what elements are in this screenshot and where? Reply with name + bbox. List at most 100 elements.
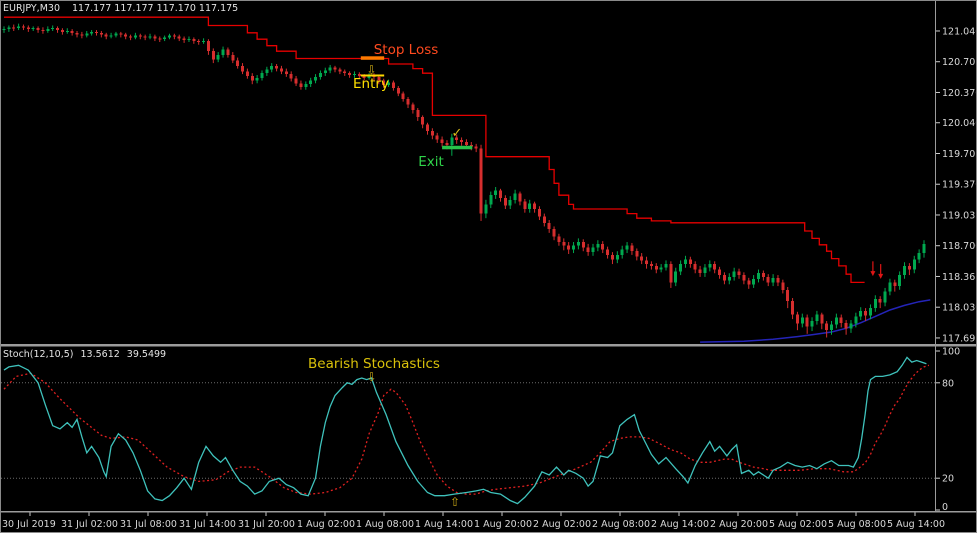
moving-average-line-group [700, 300, 930, 342]
exit-bar [442, 146, 472, 150]
candle [324, 70, 327, 73]
candle [694, 264, 697, 270]
chart-header: EURJPY,M30117.177 117.177 117.170 117.17… [3, 3, 238, 14]
candle [523, 202, 526, 209]
price-axis: 121.040120.705120.370120.040119.705119.3… [936, 26, 977, 344]
candle [226, 49, 229, 55]
stoch-axis-label: 80 [942, 378, 954, 389]
stoch-axis-label: 100 [942, 347, 960, 358]
candle [806, 317, 809, 326]
candle [577, 242, 580, 246]
candle [484, 204, 487, 213]
time-axis: 30 Jul 201931 Jul 02:0031 Jul 08:0031 Ju… [2, 513, 945, 531]
candle [105, 35, 108, 37]
time-axis-label: 30 Jul 2019 [2, 519, 56, 530]
price-axis-label: 118.700 [942, 241, 977, 252]
candle [353, 74, 356, 75]
candle [183, 38, 186, 40]
candle [830, 325, 833, 331]
candle [149, 36, 152, 37]
candle [864, 311, 867, 316]
candle [923, 244, 926, 253]
candle [100, 33, 103, 35]
candle [849, 324, 852, 329]
candle [621, 249, 624, 255]
candle [489, 195, 492, 204]
candle [772, 278, 775, 283]
ohlc-values: 117.177 117.177 117.170 117.175 [72, 3, 238, 14]
candle [913, 259, 916, 269]
stochastic-header: Stoch(12,10,5)13.561239.5499 [3, 349, 166, 360]
price-axis-label: 119.705 [942, 149, 977, 160]
candle [153, 36, 156, 38]
candle [660, 268, 663, 270]
candle [304, 84, 307, 87]
candle [270, 66, 273, 70]
oversold-up-arrow-icon: ⇧ [450, 495, 460, 509]
candle [791, 301, 794, 315]
candle [295, 79, 298, 84]
candle [606, 249, 609, 255]
entry-label: Entry [353, 76, 389, 92]
candle [114, 34, 117, 36]
bearish-down-arrow-icon: ⇩ [366, 370, 376, 384]
mt4-chart-window: 121.040120.705120.370120.040119.705119.3… [0, 0, 977, 533]
sell-arrow-icon [870, 271, 875, 276]
time-axis-label: 2 Aug 20:00 [710, 519, 768, 530]
candle [820, 315, 823, 324]
candle [441, 139, 444, 143]
candle [582, 242, 585, 248]
candle [37, 28, 40, 30]
candle [236, 60, 239, 66]
candle [733, 271, 736, 277]
time-axis-label: 1 Aug 20:00 [474, 519, 532, 530]
candle [630, 246, 633, 252]
candle [776, 278, 779, 283]
time-axis-label: 31 Jul 08:00 [120, 519, 177, 530]
candle [402, 93, 405, 99]
stochastic-lines-group [1, 357, 935, 503]
candle [567, 246, 570, 250]
candle [129, 36, 132, 37]
candle [840, 317, 843, 323]
candle [246, 71, 249, 76]
candle [879, 299, 882, 303]
candle [543, 216, 546, 222]
candle [187, 39, 190, 40]
chart-surface[interactable]: 121.040120.705120.370120.040119.705119.3… [0, 0, 977, 533]
price-axis-label: 119.370 [942, 180, 977, 191]
candle [66, 31, 69, 32]
time-axis-label: 31 Jul 14:00 [179, 519, 236, 530]
candle [499, 191, 502, 198]
candle [260, 73, 263, 78]
candle [27, 27, 30, 29]
candle [12, 27, 15, 28]
candle [32, 28, 35, 29]
candle [611, 255, 614, 260]
time-axis-label: 5 Aug 14:00 [887, 519, 945, 530]
candle [635, 251, 638, 257]
candle [854, 316, 857, 323]
candle [650, 264, 653, 266]
candle [898, 275, 901, 286]
candle [509, 200, 512, 206]
candle [718, 270, 721, 276]
stop-loss-label: Stop Loss [374, 42, 439, 58]
candle [124, 35, 127, 37]
stoch-signal-line [4, 365, 929, 494]
candle [51, 28, 54, 29]
candle [436, 136, 439, 140]
time-axis-divider [0, 511, 977, 513]
candle [874, 299, 877, 308]
candle [397, 88, 400, 94]
candle [903, 266, 906, 275]
panel-divider[interactable] [0, 344, 977, 347]
stoch-main-line [4, 357, 926, 503]
candle [241, 66, 244, 72]
exit-check-icon: ✓ [452, 126, 463, 141]
time-axis-label: 5 Aug 08:00 [828, 519, 886, 530]
candle [465, 142, 468, 145]
candle [665, 264, 668, 268]
candle [703, 268, 706, 274]
candle [309, 81, 312, 85]
